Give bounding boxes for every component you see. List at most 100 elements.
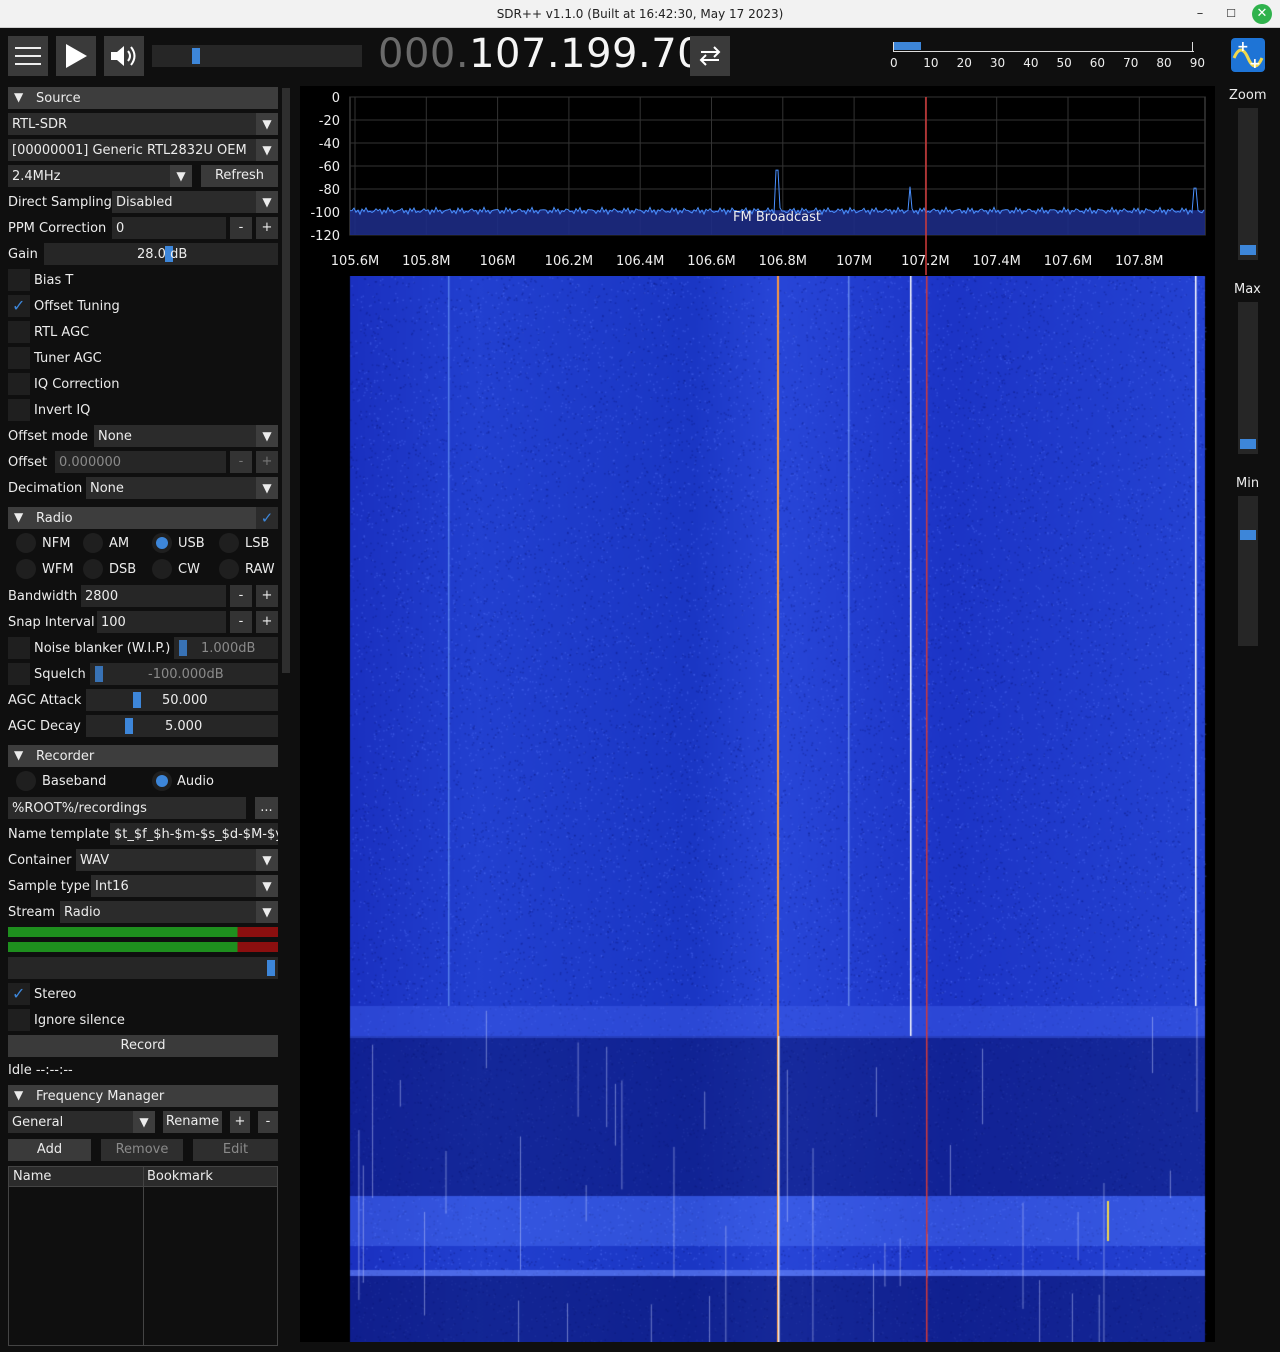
browse-button[interactable]: ... (255, 797, 278, 819)
record-button[interactable]: Record (8, 1035, 278, 1057)
noise-blanker-slider[interactable]: 1.000dB (174, 637, 278, 659)
source-select[interactable]: RTL-SDR ▼ (8, 113, 278, 135)
container-select[interactable]: WAV ▼ (76, 849, 278, 871)
minimize-button[interactable]: – (1190, 4, 1210, 24)
bandwidth-decrement-button[interactable]: - (230, 585, 252, 607)
sidebar-scrollbar[interactable] (282, 88, 290, 673)
fft-display[interactable]: 0 -20 -40 -60 -80 -100 -120 105.6M 105.8M 106M 106… (300, 86, 1215, 276)
column-header-bookmark[interactable]: Bookmark (147, 1169, 213, 1184)
volume-slider-grab[interactable] (192, 48, 200, 64)
close-button[interactable]: ✕ (1252, 4, 1272, 24)
name-template-input[interactable]: $t_$f_$h-$m-$s_$d-$M-$y (110, 823, 278, 845)
snr-meter (893, 42, 1193, 52)
ppm-decrement-button[interactable]: - (230, 217, 252, 239)
tuner-agc-checkbox[interactable] (8, 347, 30, 369)
add-bookmark-button[interactable]: Add (8, 1139, 91, 1161)
mode-radio-wfm[interactable] (16, 559, 36, 579)
radio-enabled-checkbox[interactable]: ✓ (256, 507, 278, 529)
mode-radio-cw[interactable] (152, 559, 172, 579)
noise-blanker-grab[interactable] (179, 640, 187, 656)
recording-path-input[interactable]: %ROOT%/recordings (8, 797, 246, 819)
bandwidth-increment-button[interactable]: + (256, 585, 278, 607)
waterfall-display[interactable] (300, 276, 1215, 1342)
squelch-slider[interactable]: -100.000dB (90, 663, 278, 685)
column-header-name[interactable]: Name (13, 1169, 51, 1184)
max-slider[interactable] (1238, 302, 1258, 454)
decimation-select[interactable]: None ▼ (86, 477, 278, 499)
speaker-icon (109, 43, 139, 69)
ppm-input[interactable]: 0 (112, 217, 226, 239)
squelch-grab[interactable] (95, 666, 103, 682)
record-volume-slider[interactable] (8, 957, 278, 979)
remove-bookmark-button[interactable]: Remove (101, 1139, 183, 1161)
mode-radio-dsb[interactable] (83, 559, 103, 579)
offset-increment-button[interactable]: + (256, 451, 278, 473)
mode-radio-usb[interactable] (152, 533, 172, 553)
zoom-slider[interactable] (1238, 108, 1258, 260)
source-header[interactable]: ▼ Source (8, 87, 278, 109)
mode-radio-lsb[interactable] (219, 533, 239, 553)
iq-correction-checkbox[interactable] (8, 373, 30, 395)
mute-button[interactable] (104, 36, 144, 76)
min-slider[interactable] (1238, 496, 1258, 646)
decimation-value: None (90, 481, 124, 496)
sample-type-value: Int16 (95, 879, 129, 894)
offset-tuning-checkbox[interactable] (8, 295, 30, 317)
offset-mode-select[interactable]: None ▼ (94, 425, 278, 447)
direct-sampling-select[interactable]: Disabled ▼ (112, 191, 278, 213)
stream-select[interactable]: Radio ▼ (60, 901, 278, 923)
audio-radio[interactable] (152, 771, 172, 791)
snap-decrement-button[interactable]: - (230, 611, 252, 633)
bandwidth-input[interactable]: 2800 (81, 585, 226, 607)
mode-radio-raw[interactable] (219, 559, 239, 579)
gain-slider[interactable]: 28.0 dB (44, 243, 278, 265)
squelch-label: Squelch (34, 667, 86, 682)
offset-input[interactable]: 0.000000 (55, 451, 226, 473)
invert-iq-checkbox[interactable] (8, 399, 30, 421)
noise-blanker-checkbox[interactable] (8, 637, 30, 659)
baseband-radio[interactable] (16, 771, 36, 791)
edit-bookmark-button[interactable]: Edit (193, 1139, 278, 1161)
squelch-checkbox[interactable] (8, 663, 30, 685)
refresh-button[interactable]: Refresh (201, 165, 278, 187)
agc-decay-grab[interactable] (125, 718, 133, 734)
min-slider-grab[interactable] (1240, 530, 1256, 540)
ppm-increment-button[interactable]: + (256, 217, 278, 239)
rtl-agc-checkbox[interactable] (8, 321, 30, 343)
fft-plot[interactable]: 0 -20 -40 -60 -80 -100 -120 105.6M 105.8M 106M 106… (300, 86, 1215, 276)
offset-decrement-button[interactable]: - (230, 451, 252, 473)
mode-radio-nfm[interactable] (16, 533, 36, 553)
freqman-header[interactable]: ▼ Frequency Manager (8, 1085, 278, 1107)
frequency-display[interactable]: 000.107.199.700 (378, 31, 729, 77)
volume-slider[interactable] (152, 45, 362, 67)
agc-attack-grab[interactable] (133, 692, 141, 708)
agc-attack-slider[interactable]: 50.000 (86, 689, 278, 711)
fft-y-tick-label: -100 (310, 206, 340, 221)
recorder-header[interactable]: ▼ Recorder (8, 745, 278, 767)
snap-increment-button[interactable]: + (256, 611, 278, 633)
delete-list-button[interactable]: - (258, 1111, 278, 1133)
waterfall-canvas[interactable] (300, 276, 1215, 1342)
rename-button[interactable]: Rename (163, 1111, 222, 1133)
swap-button[interactable] (690, 36, 730, 76)
zoom-slider-grab[interactable] (1240, 245, 1256, 255)
snap-input[interactable]: 100 (97, 611, 226, 633)
maximize-button[interactable]: ☐ (1221, 4, 1241, 24)
device-select[interactable]: [00000001] Generic RTL2832U OEM ▼ (8, 139, 278, 161)
mode-radio-am[interactable] (83, 533, 103, 553)
freq-list-select[interactable]: General ▼ (8, 1111, 155, 1133)
samplerate-select[interactable]: 2.4MHz ▼ (8, 165, 192, 187)
ignore-silence-checkbox[interactable] (8, 1009, 30, 1031)
max-slider-grab[interactable] (1240, 439, 1256, 449)
radio-header[interactable]: ▼ Radio ✓ (8, 507, 278, 529)
bandwidth-value: 2800 (85, 589, 118, 604)
new-list-button[interactable]: + (230, 1111, 250, 1133)
menu-button[interactable] (8, 36, 48, 76)
play-button[interactable] (56, 36, 96, 76)
agc-decay-slider[interactable]: 5.000 (86, 715, 278, 737)
bias-t-checkbox[interactable] (8, 269, 30, 291)
sample-type-select[interactable]: Int16 ▼ (91, 875, 278, 897)
stereo-checkbox[interactable] (8, 983, 30, 1005)
frequency-leading-digits[interactable]: 000. (378, 31, 469, 77)
record-volume-grab[interactable] (267, 960, 275, 976)
